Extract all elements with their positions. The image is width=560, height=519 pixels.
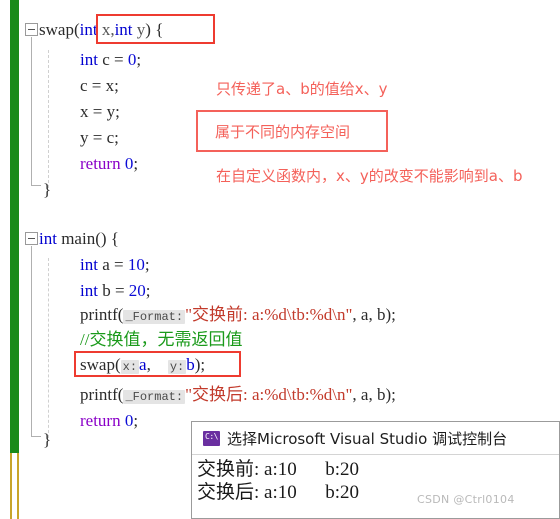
code-line-printf-before: printf(_Format: "交换前: a:%d\tb:%d\n", a, b… bbox=[80, 305, 396, 327]
code-line-swap-close-brace: } bbox=[43, 180, 51, 200]
command-prompt-icon: C:\ bbox=[203, 430, 220, 446]
indent-guide-main bbox=[48, 258, 49, 438]
token-main-open-brace: { bbox=[106, 229, 119, 248]
token-x-eq-y: x = y; bbox=[80, 102, 120, 121]
code-line-int-a: int a = 10; bbox=[80, 255, 150, 275]
token-main-name: main bbox=[56, 229, 96, 248]
annotation-note-3: 在自定义函数内，x、y的改变不能影响到a、b bbox=[216, 167, 523, 185]
token-main-parens: () bbox=[95, 229, 107, 248]
console-output-line: 交换前: a:10 b:20 bbox=[197, 459, 360, 480]
code-line-int-b: int b = 20; bbox=[80, 281, 151, 301]
token-printf1-args: , a, b); bbox=[352, 305, 396, 324]
token-swap-int-x: int bbox=[79, 20, 98, 39]
code-line-x-eq-y: x = y; bbox=[80, 102, 120, 122]
code-line-printf-after: printf(_Format: "交换后: a:%d\tb:%d\n", a, b… bbox=[80, 385, 396, 407]
token-return-semicolon: ; bbox=[133, 154, 139, 173]
token-int-a-value: 10 bbox=[127, 255, 145, 274]
annotation-note-1: 只传递了a、b的值给x、y bbox=[216, 80, 388, 98]
token-return-value: 0 bbox=[120, 154, 134, 173]
token-main-return-semicolon: ; bbox=[133, 411, 139, 430]
token-c-eq-x: c = x; bbox=[80, 76, 119, 95]
inlay-hint-format-2: _Format: bbox=[123, 390, 186, 404]
changed-lines-indicator bbox=[10, 0, 19, 453]
outline-guide-main bbox=[31, 246, 32, 436]
token-swap-close-brace: } bbox=[43, 180, 52, 199]
token-return-kw: return bbox=[80, 154, 121, 173]
command-prompt-icon-label: C:\ bbox=[205, 431, 218, 441]
collapse-toggle-swap[interactable] bbox=[25, 23, 38, 36]
console-output: 交换前: a:10 b:20 交换后: a:10 b:20 bbox=[192, 456, 559, 518]
code-line-y-eq-c: y = c; bbox=[80, 128, 119, 148]
token-int-b-semicolon: ; bbox=[145, 281, 151, 300]
token-printf2-string: "交换后: a:%d\tb:%d\n" bbox=[185, 385, 353, 404]
token-int-b-value: 20 bbox=[128, 281, 146, 300]
code-line-main-signature: int main() { bbox=[39, 229, 119, 249]
token-int-c-semicolon: ; bbox=[136, 50, 142, 69]
code-line-main-return: return 0; bbox=[80, 411, 138, 431]
token-main-return-kw: return bbox=[80, 411, 121, 430]
inlay-hint-format-1: _Format: bbox=[123, 310, 186, 324]
unsaved-changes-indicator bbox=[10, 453, 19, 519]
token-y-eq-c: y = c; bbox=[80, 128, 119, 147]
code-line-int-c: int c = 0; bbox=[80, 50, 141, 70]
token-int-a-rest: a = bbox=[97, 255, 128, 274]
highlight-box-swap-params bbox=[96, 14, 215, 44]
token-int-b-kw: int bbox=[80, 281, 98, 300]
token-swap-name: swap bbox=[39, 20, 74, 39]
token-comment: //交换值，无需返回值 bbox=[80, 330, 243, 349]
token-main-close-brace: } bbox=[43, 430, 52, 449]
token-main-return-value: 0 bbox=[120, 411, 134, 430]
outline-guide-swap-foot bbox=[31, 185, 41, 186]
token-int-b-rest: b = bbox=[97, 281, 129, 300]
token-int-c-kw: int bbox=[80, 50, 98, 69]
outline-guide-main-foot bbox=[31, 436, 41, 437]
annotation-note-2: 属于不同的内存空间 bbox=[215, 123, 351, 141]
code-line-c-eq-x: c = x; bbox=[80, 76, 119, 96]
code-line-main-close-brace: } bbox=[43, 430, 51, 450]
token-int-a-kw: int bbox=[80, 255, 98, 274]
token-int-c-rest: c = bbox=[97, 50, 128, 69]
token-printf2-args: , a, b); bbox=[352, 385, 396, 404]
console-titlebar[interactable]: C:\ 选择Microsoft Visual Studio 调试控制台 bbox=[192, 422, 559, 455]
code-line-swap-return: return 0; bbox=[80, 154, 138, 174]
highlight-box-swap-call bbox=[74, 351, 241, 377]
token-main-int: int bbox=[39, 229, 57, 248]
token-printf2-call: printf bbox=[80, 385, 118, 404]
code-line-comment: //交换值，无需返回值 bbox=[80, 330, 242, 350]
token-printf1-call: printf bbox=[80, 305, 118, 324]
token-int-a-semicolon: ; bbox=[144, 255, 150, 274]
console-title: 选择Microsoft Visual Studio 调试控制台 bbox=[227, 429, 508, 448]
outline-guide-swap bbox=[31, 37, 32, 185]
token-printf1-string: "交换前: a:%d\tb:%d\n" bbox=[185, 305, 353, 324]
indent-guide-swap bbox=[48, 50, 49, 188]
collapse-toggle-main[interactable] bbox=[25, 232, 38, 245]
watermark: CSDN @Ctrl0104 bbox=[417, 493, 515, 506]
